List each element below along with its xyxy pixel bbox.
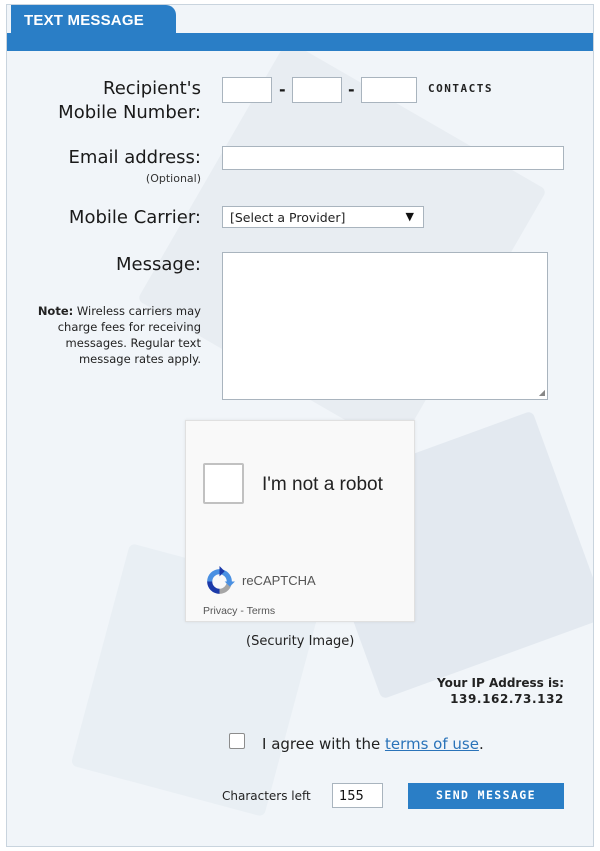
tab-text-message[interactable]: TEXT MESSAGE xyxy=(11,5,176,43)
ip-address-label: Your IP Address is: xyxy=(437,676,564,690)
message-label: Message: xyxy=(116,254,201,275)
recaptcha-brand: reCAPTCHA xyxy=(242,573,316,588)
send-message-button[interactable]: SEND MESSAGE xyxy=(408,783,564,809)
contacts-link[interactable]: CONTACTS xyxy=(428,82,493,95)
security-image-caption: (Security Image) xyxy=(246,634,355,649)
agree-terms-checkbox[interactable] xyxy=(229,733,245,749)
carrier-selected-value: [Select a Provider] xyxy=(230,210,346,225)
carrier-label: Mobile Carrier: xyxy=(68,207,201,228)
recipient-label-line2: Mobile Number: xyxy=(58,102,201,123)
note-bold: Note: xyxy=(37,304,74,318)
phone-prefix-input[interactable] xyxy=(292,77,342,103)
email-label: Email address: xyxy=(68,147,201,168)
agree-suffix: . xyxy=(478,735,484,753)
email-field[interactable] xyxy=(222,146,564,170)
phone-line-input[interactable] xyxy=(361,77,417,103)
agree-prefix: I agree with the xyxy=(262,735,385,753)
phone-separator: - xyxy=(348,80,355,99)
carrier-fee-note: Note: Wireless carriers may charge fees … xyxy=(31,303,201,367)
characters-left-counter: 155 xyxy=(332,783,383,808)
resize-grip-icon[interactable]: ◢ xyxy=(539,389,545,397)
terms-of-use-link[interactable]: terms of use xyxy=(385,735,479,753)
area-code-input[interactable] xyxy=(222,77,272,103)
characters-left-label: Characters left xyxy=(222,789,311,803)
message-textarea[interactable]: ◢ xyxy=(222,252,548,400)
recaptcha-logo-icon xyxy=(207,566,235,594)
recaptcha-widget: I'm not a robot reCAPTCHA Privacy - Term… xyxy=(185,420,415,622)
agree-terms-text: I agree with the terms of use. xyxy=(262,735,484,753)
carrier-select[interactable]: [Select a Provider] ▼ xyxy=(222,206,424,228)
ip-address-value: 139.162.73.132 xyxy=(450,692,564,706)
recipient-label-line1: Recipient's xyxy=(103,78,201,99)
phone-separator: - xyxy=(279,80,286,99)
email-optional-hint: (Optional) xyxy=(145,172,201,185)
recaptcha-label: I'm not a robot xyxy=(262,474,383,495)
note-text: Wireless carriers may charge fees for re… xyxy=(57,304,201,366)
recaptcha-privacy-terms-link[interactable]: Privacy - Terms xyxy=(203,605,275,617)
dropdown-arrow-icon: ▼ xyxy=(405,210,414,223)
recaptcha-checkbox[interactable] xyxy=(203,463,244,504)
